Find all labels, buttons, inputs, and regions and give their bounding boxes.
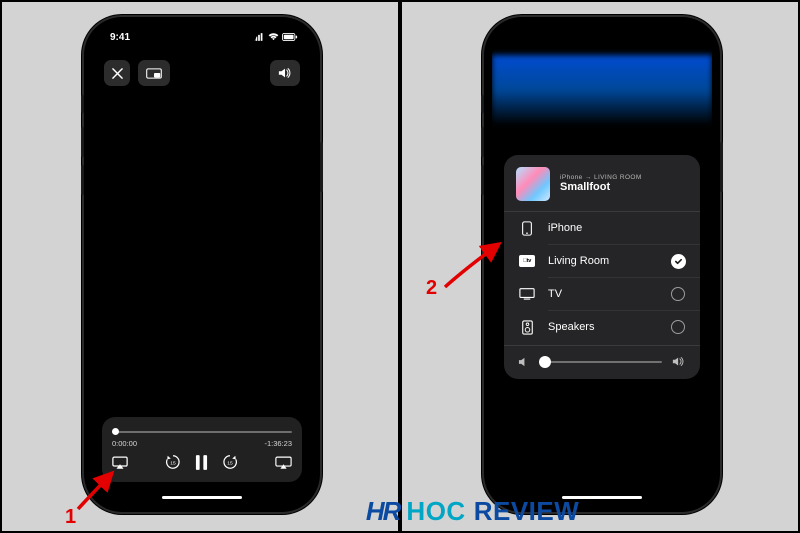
- tutorial-panel-2: iPhone → LIVING ROOM Smallfoot iPhone: [400, 0, 800, 533]
- iphone-screen: iPhone → LIVING ROOM Smallfoot iPhone: [492, 25, 712, 504]
- volume-low-icon: [518, 357, 529, 367]
- appletv-icon: tv: [518, 255, 536, 267]
- device-label: TV: [548, 288, 658, 300]
- rewind-15-button[interactable]: 15: [165, 454, 181, 475]
- volume-high-icon: [672, 356, 686, 367]
- airplay-device-livingroom[interactable]: tv Living Room: [504, 245, 700, 277]
- iphone-device-frame: 9:41: [84, 17, 320, 512]
- status-time: 9:41: [110, 32, 130, 43]
- airplay-device-speakers[interactable]: Speakers: [504, 311, 700, 343]
- rewind-15-icon: 15: [165, 454, 181, 470]
- close-icon: [112, 68, 123, 79]
- airplay-tv-button[interactable]: [275, 456, 292, 474]
- tv-icon: [518, 288, 536, 300]
- watermark-logo: HR HOC REVIEW: [366, 496, 579, 527]
- wifi-icon: [268, 33, 279, 41]
- pause-button[interactable]: [195, 455, 208, 475]
- volume-button[interactable]: [270, 60, 300, 86]
- device-state: [670, 220, 686, 236]
- video-bottom-controls: 0:00:00 -1:36:23 15: [102, 417, 302, 482]
- device-label: Living Room: [548, 255, 658, 267]
- home-indicator[interactable]: [162, 496, 242, 500]
- tutorial-panel-1: 9:41: [0, 0, 400, 533]
- watermark-review: REVIEW: [474, 496, 580, 527]
- airplay-device-iphone[interactable]: iPhone: [504, 212, 700, 244]
- annotation-arrow-2: [437, 237, 512, 297]
- speaker-icon: [518, 320, 536, 335]
- airplay-volume-row: [504, 346, 700, 371]
- device-radio: [670, 286, 686, 302]
- forward-15-button[interactable]: 15: [222, 454, 238, 475]
- notch: [147, 25, 257, 47]
- scrub-bar[interactable]: [112, 425, 292, 437]
- device-label: iPhone: [548, 222, 658, 234]
- iphone-screen: 9:41: [92, 25, 312, 504]
- now-playing-header: iPhone → LIVING ROOM Smallfoot: [504, 165, 700, 211]
- time-remaining: -1:36:23: [264, 439, 292, 448]
- watermark-hr: HR: [366, 496, 400, 527]
- volume-slider[interactable]: [539, 361, 662, 363]
- background-gradient: [492, 55, 712, 125]
- now-playing-route: iPhone → LIVING ROOM: [560, 174, 642, 181]
- iphone-icon: [518, 221, 536, 236]
- close-button[interactable]: [104, 60, 130, 86]
- pip-icon: [146, 68, 162, 79]
- airplay-tv-icon: [275, 456, 292, 469]
- now-playing-artwork: [516, 167, 550, 201]
- annotation-label-1: 1: [65, 506, 76, 529]
- device-radio: [670, 319, 686, 335]
- device-selected-check: [670, 253, 686, 269]
- battery-icon: [282, 33, 298, 41]
- now-playing-title: Smallfoot: [560, 181, 642, 194]
- airplay-sheet: iPhone → LIVING ROOM Smallfoot iPhone: [504, 155, 700, 379]
- iphone-device-frame: iPhone → LIVING ROOM Smallfoot iPhone: [484, 17, 720, 512]
- annotation-label-2: 2: [426, 277, 437, 300]
- video-top-controls: [104, 60, 300, 86]
- svg-text:15: 15: [227, 460, 233, 466]
- time-elapsed: 0:00:00: [112, 439, 137, 448]
- svg-text:15: 15: [170, 460, 176, 466]
- notch: [547, 25, 657, 47]
- airplay-device-tv[interactable]: TV: [504, 278, 700, 310]
- watermark-hoc: HOC: [406, 496, 465, 527]
- forward-15-icon: 15: [222, 454, 238, 470]
- annotation-arrow-1: [70, 461, 130, 516]
- device-label: Speakers: [548, 321, 658, 333]
- pip-button[interactable]: [138, 60, 170, 86]
- volume-icon: [278, 67, 292, 79]
- pause-icon: [195, 455, 208, 470]
